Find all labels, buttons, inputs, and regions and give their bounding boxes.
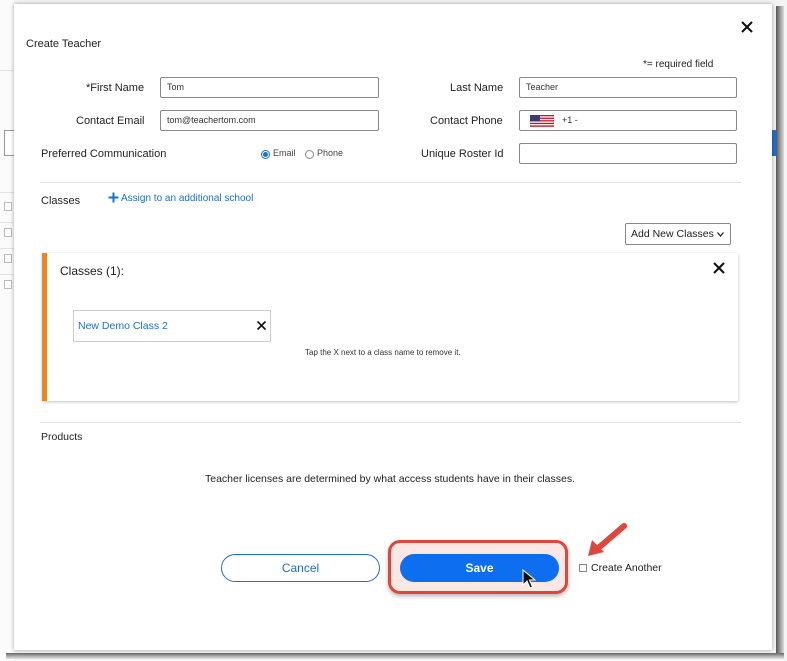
section-divider — [40, 182, 742, 183]
window-shadow-right — [776, 6, 784, 654]
add-new-classes-label: Add New Classes — [631, 228, 714, 240]
unique-roster-id-label: Unique Roster Id — [421, 148, 504, 160]
class-chip: New Demo Class 2 — [73, 310, 271, 342]
remove-class-hint: Tap the X next to a class name to remove… — [305, 348, 461, 357]
background-checkbox — [4, 280, 12, 289]
chevron-down-icon — [717, 232, 724, 237]
window-shadow-bottom — [6, 653, 784, 659]
class-name-link[interactable]: New Demo Class 2 — [78, 320, 168, 332]
preferred-communication-label: Preferred Communication — [41, 148, 167, 160]
contact-phone-label: Contact Phone — [430, 115, 503, 127]
classes-panel: Classes (1): New Demo Class 2 Tap the X … — [42, 253, 738, 401]
mouse-cursor-icon — [522, 569, 536, 589]
licenses-note: Teacher licenses are determined by what … — [205, 473, 576, 485]
contact-phone-input[interactable]: +1 - — [519, 110, 737, 131]
background-checkbox — [4, 228, 12, 237]
unique-roster-id-input[interactable] — [519, 143, 737, 164]
required-field-note: *= required field — [643, 59, 714, 70]
background-divider — [0, 248, 14, 249]
create-another-checkbox[interactable] — [579, 564, 587, 572]
create-teacher-modal: Create Teacher *= required field *First … — [14, 4, 772, 650]
remove-class-icon[interactable] — [256, 320, 267, 331]
background-checkbox — [4, 254, 12, 263]
products-label: Products — [41, 431, 83, 443]
phone-radio[interactable] — [305, 150, 314, 159]
contact-email-label: Contact Email — [76, 115, 145, 127]
close-icon[interactable] — [712, 261, 726, 275]
phone-country-code: +1 - — [562, 115, 578, 125]
background-page-strip — [0, 0, 14, 661]
close-icon[interactable] — [738, 18, 756, 36]
background-input — [4, 130, 14, 156]
create-another-label: Create Another — [591, 562, 662, 574]
background-divider — [0, 70, 14, 71]
background-divider — [0, 222, 14, 223]
last-name-label: Last Name — [450, 82, 504, 94]
us-flag-icon[interactable] — [530, 115, 554, 127]
email-radio[interactable] — [261, 150, 270, 159]
first-name-label: *First Name — [86, 82, 145, 94]
first-name-input[interactable]: Tom — [160, 77, 379, 98]
section-divider — [40, 422, 742, 423]
last-name-input[interactable]: Teacher — [519, 77, 737, 98]
classes-label: Classes — [41, 195, 81, 207]
assign-additional-school-link[interactable]: Assign to an additional school — [121, 193, 253, 204]
classes-panel-title: Classes (1): — [60, 264, 125, 278]
email-radio-label: Email — [273, 148, 296, 158]
background-divider — [0, 274, 14, 275]
background-divider — [0, 192, 14, 193]
modal-title: Create Teacher — [26, 38, 102, 50]
annotation-arrow-icon — [588, 523, 627, 556]
cancel-button[interactable]: Cancel — [221, 554, 380, 582]
contact-email-input[interactable]: tom@teachertom.com — [160, 110, 379, 131]
plus-icon[interactable] — [108, 192, 119, 203]
phone-radio-label: Phone — [317, 148, 344, 158]
add-new-classes-dropdown[interactable]: Add New Classes — [625, 223, 731, 245]
background-checkbox — [4, 202, 12, 211]
